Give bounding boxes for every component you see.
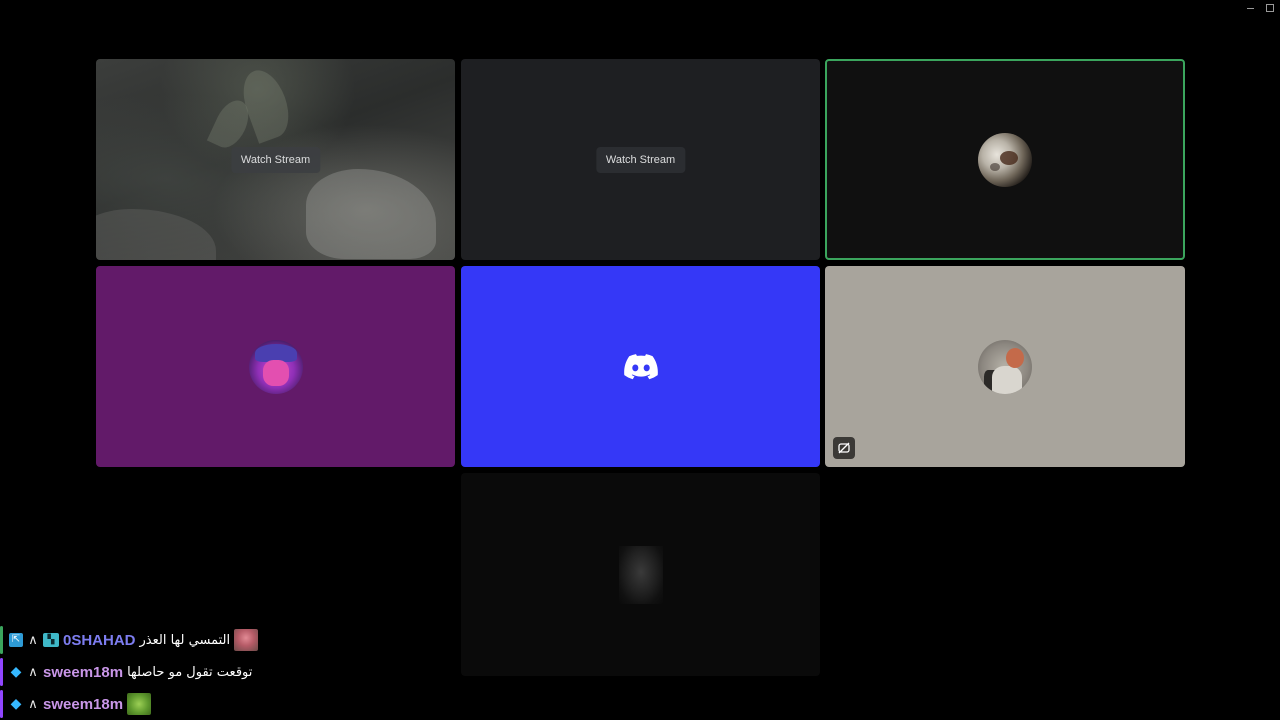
camera-off-icon: [833, 437, 855, 459]
chat-username[interactable]: sweem18m: [43, 664, 123, 681]
chat-message: ⇱ ∧ ▚ 0SHAHAD التمسي لها العذر: [0, 624, 420, 656]
chat-message-text: توقعت تقول مو حاصلها: [127, 664, 253, 680]
minimize-icon[interactable]: [1240, 0, 1260, 16]
chat-message: ◆ ∧ sweem18m: [0, 688, 420, 720]
gift-icon: ▚: [43, 633, 59, 647]
participant-tile-discord[interactable]: [461, 266, 820, 467]
chat-overlay: ⇱ ∧ ▚ 0SHAHAD التمسي لها العذر ◆ ∧ sweem…: [0, 624, 420, 720]
arrow-icon: ∧: [28, 664, 38, 680]
participant-tile-beige[interactable]: [825, 266, 1185, 467]
chat-message-text: التمسي لها العذر: [139, 632, 231, 648]
discord-icon: [623, 353, 658, 379]
cube-icon: ◆: [10, 664, 22, 680]
maximize-icon[interactable]: [1260, 0, 1280, 16]
window-controls: [1240, 0, 1280, 16]
watch-stream-button[interactable]: Watch Stream: [230, 146, 321, 173]
chat-message: ◆ ∧ sweem18m توقعت تقول مو حاصلها: [0, 656, 420, 688]
pink-emote: [234, 629, 259, 651]
prime-icon: ⇱: [9, 633, 23, 647]
watch-stream-button[interactable]: Watch Stream: [595, 146, 686, 173]
participant-tile-dark[interactable]: [461, 473, 820, 676]
chat-username[interactable]: sweem18m: [43, 696, 123, 713]
arrow-icon: ∧: [28, 632, 38, 648]
stream-tile-1[interactable]: Watch Stream: [96, 59, 455, 260]
stream-tile-2[interactable]: Watch Stream: [461, 59, 820, 260]
participant-tile-purple[interactable]: [96, 266, 455, 467]
discord-call-window: Watch Stream Watch Stream ⇱ ∧ ▚ 0SHAHAD …: [0, 0, 1280, 720]
dark-portrait-avatar: [618, 545, 663, 604]
arrow-icon: ∧: [28, 696, 38, 712]
cube-icon: ◆: [10, 696, 22, 712]
green-emote: [127, 693, 152, 715]
participant-tile-speaking[interactable]: [825, 59, 1185, 260]
hat-avatar: [248, 339, 303, 394]
chat-username[interactable]: 0SHAHAD: [63, 632, 136, 649]
person-avatar: [978, 339, 1032, 394]
moon-avatar: [978, 132, 1032, 187]
